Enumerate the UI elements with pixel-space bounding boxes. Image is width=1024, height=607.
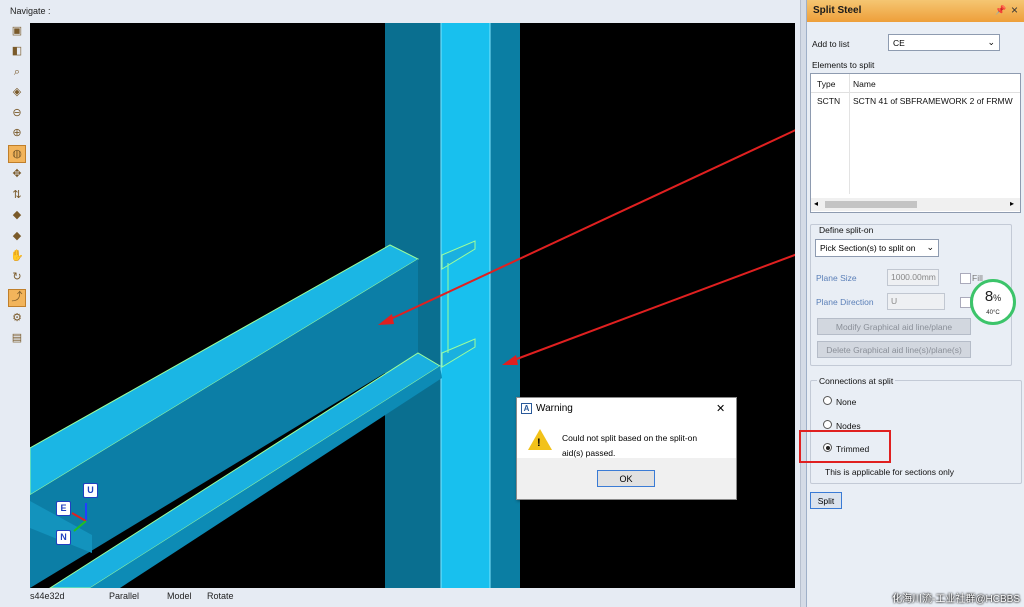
close-icon[interactable]: × [1011, 3, 1018, 17]
walk-icon[interactable]: ⇅ [9, 187, 25, 203]
view-icon[interactable]: ▣ [9, 23, 25, 39]
view-toolbar: ▣ ◧ ⌕ ◈ ⊖ ⊕ ◍ ✥ ⇅ ◆ ◆ ✋ ↻ ⤴ ⚙ ▤ [8, 23, 27, 351]
status-id: s44e32d [30, 591, 65, 601]
chevron-down-icon: ⌄ [987, 37, 995, 47]
widget-temp: 40°C [986, 310, 1000, 316]
plane-size-label: Plane Size [816, 273, 857, 283]
zoom-icon[interactable]: ⌕ [9, 64, 25, 80]
axis-n-label: N [56, 530, 71, 545]
3d-viewport[interactable]: U E N [30, 23, 795, 588]
status-action: Rotate [207, 591, 234, 601]
dialog-message-2: aid(s) passed. [562, 448, 616, 458]
split-button[interactable]: Split [810, 492, 842, 509]
panel-header: Split Steel 📌 × [807, 0, 1024, 22]
radio-none[interactable] [823, 396, 832, 405]
box-icon[interactable]: ◈ [9, 85, 25, 101]
settings-icon[interactable]: ⚙ [9, 310, 25, 326]
split-method-value: Pick Section(s) to split on [820, 243, 916, 253]
axis-e-label: E [56, 501, 71, 516]
row-name: SCTN 41 of SBFRAMEWORK 2 of FRMW [853, 96, 1013, 106]
table-row[interactable]: SCTN SCTN 41 of SBFRAMEWORK 2 of FRMW [811, 93, 1020, 109]
app-icon: A [521, 403, 532, 414]
model-scene [30, 23, 795, 588]
add-to-list-dropdown[interactable]: CE ⌄ [888, 34, 1000, 51]
window-icon[interactable]: ▤ [9, 331, 25, 347]
scroll-right-icon[interactable]: ▸ [1010, 199, 1014, 208]
hand-icon[interactable]: ✋ [9, 249, 25, 265]
dialog-title: Warning [536, 403, 573, 414]
plane-direction-label: Plane Direction [816, 297, 874, 307]
ok-button[interactable]: OK [597, 470, 655, 487]
scroll-left-icon[interactable]: ◂ [814, 199, 818, 208]
radio-trimmed[interactable] [823, 443, 832, 452]
split-method-dropdown[interactable]: Pick Section(s) to split on ⌄ [815, 239, 939, 257]
horizontal-scrollbar[interactable]: ◂ ▸ [811, 198, 1020, 211]
status-mode: Model [167, 591, 192, 601]
define-split-label: Define split-on [817, 225, 876, 235]
plane-size-input[interactable]: 1000.00mm [887, 269, 939, 286]
widget-percent: 8% [984, 288, 1002, 305]
panel-title: Split Steel [813, 5, 862, 16]
system-monitor-widget: 8% 40°C [970, 279, 1016, 325]
navigate-panel: Navigate : ▣ ◧ ⌕ ◈ ⊖ ⊕ ◍ ✥ ⇅ ◆ ◆ ✋ ↻ ⤴ ⚙… [0, 0, 801, 607]
section-icon[interactable]: ◆ [9, 208, 25, 224]
row-type: SCTN [817, 96, 841, 106]
watermark: 化海川流-工业社群@HCBBS [892, 594, 1020, 605]
option-none-label: None [836, 397, 857, 407]
pin-icon[interactable]: 📌 [995, 5, 1006, 16]
column-type: Type [817, 79, 836, 89]
pan-icon[interactable]: ✥ [9, 167, 25, 183]
plane-direction-input[interactable]: U [887, 293, 945, 310]
dialog-close-icon[interactable]: ✕ [716, 402, 725, 415]
orbit-icon[interactable]: ◍ [8, 145, 26, 163]
elements-to-split-label: Elements to split [812, 60, 875, 70]
radio-nodes[interactable] [823, 420, 832, 429]
status-projection: Parallel [109, 591, 140, 601]
modify-aid-button[interactable]: Modify Graphical aid line/plane [817, 318, 971, 335]
add-to-list-value: CE [893, 38, 905, 48]
option-trimmed-label: Trimmed [836, 444, 870, 454]
warning-dialog: A Warning ✕ ! Could not split based on t… [516, 397, 737, 500]
connections-label: Connections at split [817, 376, 896, 386]
dialog-titlebar: A Warning ✕ [517, 398, 736, 420]
fill-checkbox[interactable] [960, 273, 971, 284]
navigate-title: Navigate : [10, 6, 51, 16]
delete-aid-button[interactable]: Delete Graphical aid line(s)/plane(s) [817, 341, 971, 358]
dialog-footer: OK [517, 458, 736, 499]
axis-u-label: U [83, 483, 98, 498]
magnifier-icon[interactable]: ⊕ [9, 126, 25, 142]
add-to-list-label: Add to list [812, 39, 850, 49]
scroll-thumb[interactable] [825, 201, 917, 208]
refresh-icon[interactable]: ↻ [9, 269, 25, 285]
dialog-message-1: Could not split based on the split-on [562, 433, 698, 443]
list-header: Type Name [811, 74, 1020, 194]
elements-list[interactable]: Type Name SCTN SCTN 41 of SBFRAMEWORK 2 … [810, 73, 1021, 213]
rotate-icon[interactable]: ⤴ [8, 288, 26, 307]
column-name: Name [853, 79, 876, 89]
clip-icon[interactable]: ◆ [9, 228, 25, 244]
chevron-down-icon: ⌄ [926, 242, 934, 252]
column-flange-right [490, 23, 520, 588]
layers-icon[interactable]: ◧ [9, 44, 25, 60]
status-bar: s44e32d Parallel Model Rotate [30, 589, 795, 605]
applicable-note: This is applicable for sections only [825, 467, 954, 477]
zoom-out-icon[interactable]: ⊖ [9, 105, 25, 121]
